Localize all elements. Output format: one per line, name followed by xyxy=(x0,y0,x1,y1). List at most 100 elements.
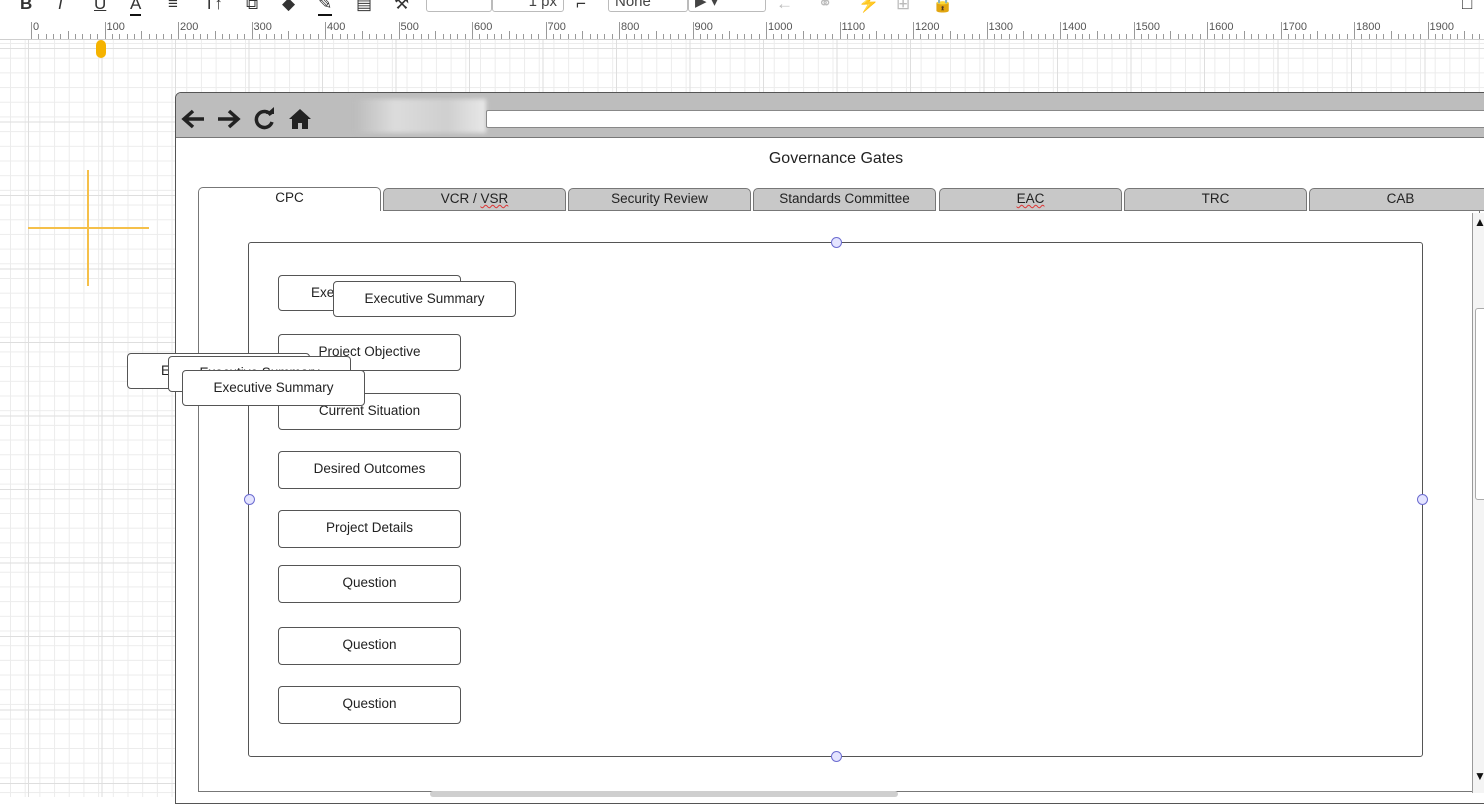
font-color-button[interactable]: A xyxy=(130,0,142,16)
ruler-tick xyxy=(236,34,238,39)
floating-executive-summary-button[interactable]: Executive Summary xyxy=(182,370,365,406)
horizontal-guide-line xyxy=(28,227,149,229)
bold-button[interactable]: B xyxy=(20,0,32,14)
tab-standards-committee[interactable]: Standards Committee xyxy=(753,188,936,211)
panel-icon[interactable]: □ xyxy=(1462,0,1472,14)
ruler-label: 1500 xyxy=(1135,21,1160,33)
ruler-tick xyxy=(383,34,385,39)
tab-eac[interactable]: EAC xyxy=(939,188,1122,211)
ruler-tick xyxy=(824,34,826,39)
ruler-tick xyxy=(244,34,246,39)
resize-handle-top[interactable] xyxy=(831,237,842,248)
ruler-label: 1400 xyxy=(1062,21,1087,33)
ruler-tick xyxy=(1390,31,1392,39)
ruler-tick xyxy=(60,34,62,39)
ruler-tick xyxy=(582,31,584,39)
magic-icon[interactable]: ⚡ xyxy=(858,0,879,14)
ruler-tick xyxy=(200,34,202,39)
forward-arrow-icon[interactable] xyxy=(216,107,242,136)
ruler-tick xyxy=(927,34,929,39)
scroll-up-icon[interactable]: ▲ xyxy=(1474,215,1484,229)
ruler-tick xyxy=(648,34,650,39)
horizontal-scrollbar[interactable] xyxy=(430,791,898,797)
ruler-tick xyxy=(442,34,444,39)
line-color-icon[interactable]: ✎ xyxy=(318,0,333,16)
ruler-tick xyxy=(347,34,349,39)
tab-security-review[interactable]: Security Review xyxy=(568,188,751,211)
ruler-tick xyxy=(1104,34,1106,39)
blurred-region xyxy=(356,99,486,133)
vertical-scrollbar[interactable]: ▲ ▼ xyxy=(1472,213,1484,793)
tab-vcr-vsr-label-part: VSR xyxy=(480,191,509,206)
tab-cab[interactable]: CAB xyxy=(1309,188,1484,211)
text-size-icon[interactable]: T↑ xyxy=(204,0,223,14)
ruler-tick xyxy=(1324,34,1326,39)
ruler-tick xyxy=(538,34,540,39)
question-button[interactable]: Question xyxy=(278,686,461,724)
ruler-tick xyxy=(295,34,297,39)
ruler-tick xyxy=(1052,34,1054,39)
desired-outcomes-button[interactable]: Desired Outcomes xyxy=(278,451,461,489)
undo-icon[interactable]: ← xyxy=(776,0,793,14)
scroll-down-icon[interactable]: ▼ xyxy=(1474,769,1484,783)
align-icon[interactable]: ≡ xyxy=(168,0,178,14)
ruler-tick xyxy=(325,22,326,39)
resize-handle-left[interactable] xyxy=(244,494,255,505)
lock-icon[interactable]: 🔒 xyxy=(932,0,953,14)
ruler-tick xyxy=(604,34,606,39)
ruler-tick xyxy=(317,34,319,39)
ruler-tick xyxy=(1008,34,1010,39)
corner-icon[interactable]: ⌐ xyxy=(576,0,586,14)
question-button[interactable]: Question xyxy=(278,627,461,665)
ruler-tick xyxy=(1221,34,1223,39)
ruler-tick xyxy=(126,34,128,39)
ruler-tick xyxy=(376,34,378,39)
format-painter-icon[interactable]: ⚒ xyxy=(394,0,409,14)
ruler-tick xyxy=(185,34,187,39)
ruler-label: 1300 xyxy=(988,21,1013,33)
resize-handle-right[interactable] xyxy=(1417,494,1428,505)
content-container[interactable] xyxy=(248,242,1423,757)
ruler-tick xyxy=(1074,34,1076,39)
ruler-tick xyxy=(1060,22,1061,39)
arrow-style-select[interactable]: ▶ ▾ xyxy=(688,0,766,12)
tab-trc[interactable]: TRC xyxy=(1124,188,1307,211)
scroll-thumb[interactable] xyxy=(1475,308,1484,500)
table-icon[interactable]: ⊞ xyxy=(896,0,910,14)
ruler-tick xyxy=(1456,34,1458,39)
line-style-select[interactable]: None xyxy=(608,0,688,12)
question-button[interactable]: Question xyxy=(278,565,461,603)
ruler-tick xyxy=(913,22,914,39)
tab-cpc[interactable]: CPC xyxy=(198,187,381,212)
home-icon[interactable] xyxy=(288,107,312,136)
ruler-tick xyxy=(273,34,275,39)
ruler-tick xyxy=(1118,34,1120,39)
line-type-select[interactable] xyxy=(426,0,492,12)
project-details-button[interactable]: Project Details xyxy=(278,510,461,548)
reload-icon[interactable] xyxy=(252,107,276,136)
ruler-position-marker[interactable] xyxy=(96,40,106,58)
fill-color-icon[interactable]: ◆ xyxy=(282,0,295,14)
ruler-tick xyxy=(1258,34,1260,39)
ruler-tick xyxy=(1133,22,1135,39)
address-bar[interactable] xyxy=(486,110,1484,128)
ruler-tick xyxy=(332,34,334,39)
ruler-tick xyxy=(1148,34,1150,39)
back-arrow-icon[interactable] xyxy=(180,107,206,136)
ruler-tick xyxy=(53,34,55,39)
link-icon[interactable]: ⚭ xyxy=(818,0,832,14)
text-box-icon[interactable]: ▤ xyxy=(356,0,372,14)
ruler-tick xyxy=(971,34,973,39)
executive-summary-button-duplicate[interactable]: Executive Summary xyxy=(333,281,516,317)
tab-vcr-vsr[interactable]: VCR / VSR xyxy=(383,188,566,211)
shape-icon[interactable]: ⧉ xyxy=(246,0,258,14)
ruler-tick xyxy=(1229,34,1231,39)
ruler-tick xyxy=(1383,34,1385,39)
resize-handle-bottom[interactable] xyxy=(831,751,842,762)
ruler-tick xyxy=(133,34,135,39)
underline-button[interactable]: U xyxy=(94,0,106,14)
line-width-select[interactable]: 1 px xyxy=(492,0,564,12)
ruler-tick xyxy=(795,34,797,39)
ruler-label: 200 xyxy=(180,21,199,33)
italic-button[interactable]: I xyxy=(58,0,63,14)
